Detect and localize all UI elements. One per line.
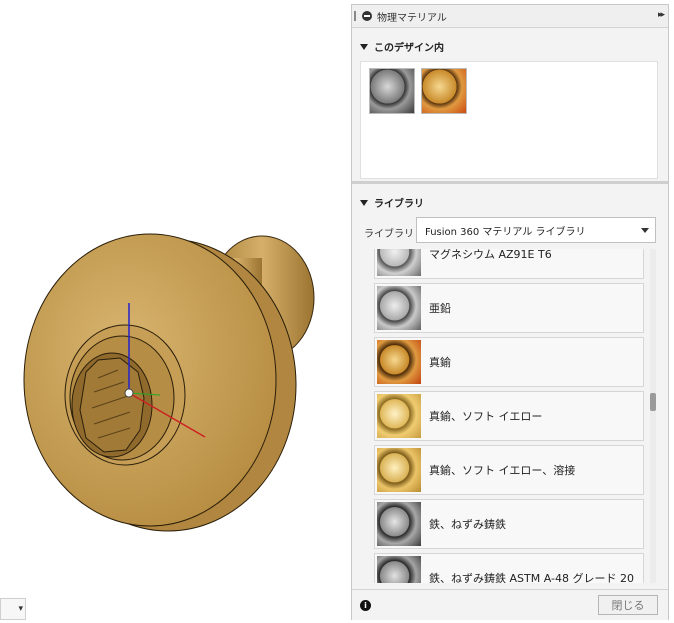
model-viewport[interactable]: ▾ xyxy=(0,0,350,623)
material-swatch-icon xyxy=(377,340,421,384)
triangle-down-icon xyxy=(360,43,368,50)
material-name: 鉄、ねずみ鋳鉄 ASTM A-48 グレード 20 xyxy=(429,572,634,583)
material-name: 亜鉛 xyxy=(429,302,451,315)
material-name: 鉄、ねずみ鋳鉄 xyxy=(429,518,506,531)
material-swatch-icon xyxy=(377,394,421,438)
list-item[interactable]: マグネシウム AZ91E T6 xyxy=(374,249,644,279)
display-settings-dropdown[interactable]: ▾ xyxy=(0,598,26,620)
list-item[interactable]: 真鍮、ソフト イエロー xyxy=(374,391,644,441)
material-name: 真鍮 xyxy=(429,356,451,369)
material-name: マグネシウム AZ91E T6 xyxy=(429,249,552,261)
panel-titlebar[interactable]: 物理マテリアル ▸▸ xyxy=(352,5,668,28)
section-heading: このデザイン内 xyxy=(374,43,444,54)
panel-footer: i 閉じる xyxy=(352,589,668,620)
physical-material-panel: 物理マテリアル ▸▸ このデザイン内 ライブラリ ライブラリ Fusion 36… xyxy=(351,4,669,620)
list-item[interactable]: 真鍮 xyxy=(374,337,644,387)
expand-panel-icon[interactable]: ▸▸ xyxy=(658,10,665,20)
list-item[interactable]: 鉄、ねずみ鋳鉄 ASTM A-48 グレード 20 xyxy=(374,553,644,583)
section-divider[interactable] xyxy=(352,181,668,184)
triangle-down-icon xyxy=(360,199,368,206)
design-materials-box xyxy=(360,61,658,179)
panel-title: 物理マテリアル xyxy=(377,12,447,24)
info-icon[interactable]: i xyxy=(360,600,371,611)
material-swatch-icon xyxy=(377,448,421,492)
list-scrollbar-thumb[interactable] xyxy=(650,393,656,411)
steel-ball-icon[interactable] xyxy=(369,68,415,114)
list-item[interactable]: 亜鉛 xyxy=(374,283,644,333)
section-in-this-design[interactable]: このデザイン内 xyxy=(360,39,444,54)
list-item[interactable]: 真鍮、ソフト イエロー、溶接 xyxy=(374,445,644,495)
collapse-icon[interactable] xyxy=(362,11,372,21)
list-scrollbar[interactable] xyxy=(650,249,656,583)
library-select[interactable]: Fusion 360 マテリアル ライブラリ xyxy=(416,217,656,243)
material-swatch-icon xyxy=(377,556,421,583)
section-library[interactable]: ライブラリ xyxy=(360,195,424,210)
drag-handle-icon[interactable] xyxy=(354,11,356,21)
brass-ball-icon[interactable] xyxy=(421,68,467,114)
chevron-down-icon xyxy=(641,228,649,233)
material-list[interactable]: マグネシウム AZ91E T6 亜鉛 真鍮 真鍮、ソフト イエロー 真鍮、ソフト… xyxy=(374,249,644,583)
library-label: ライブラリ xyxy=(364,229,414,240)
list-item[interactable]: 鉄、ねずみ鋳鉄 xyxy=(374,499,644,549)
section-heading: ライブラリ xyxy=(374,199,424,210)
brass-flange-nut-model[interactable] xyxy=(0,0,350,623)
material-swatch-icon xyxy=(377,286,421,330)
material-swatch-icon xyxy=(377,249,421,276)
material-swatch-icon xyxy=(377,502,421,546)
close-button[interactable]: 閉じる xyxy=(598,595,658,615)
chevron-down-icon: ▾ xyxy=(18,604,23,614)
material-name: 真鍮、ソフト イエロー xyxy=(429,410,543,423)
library-select-value: Fusion 360 マテリアル ライブラリ xyxy=(425,226,586,238)
material-name: 真鍮、ソフト イエロー、溶接 xyxy=(429,464,576,477)
